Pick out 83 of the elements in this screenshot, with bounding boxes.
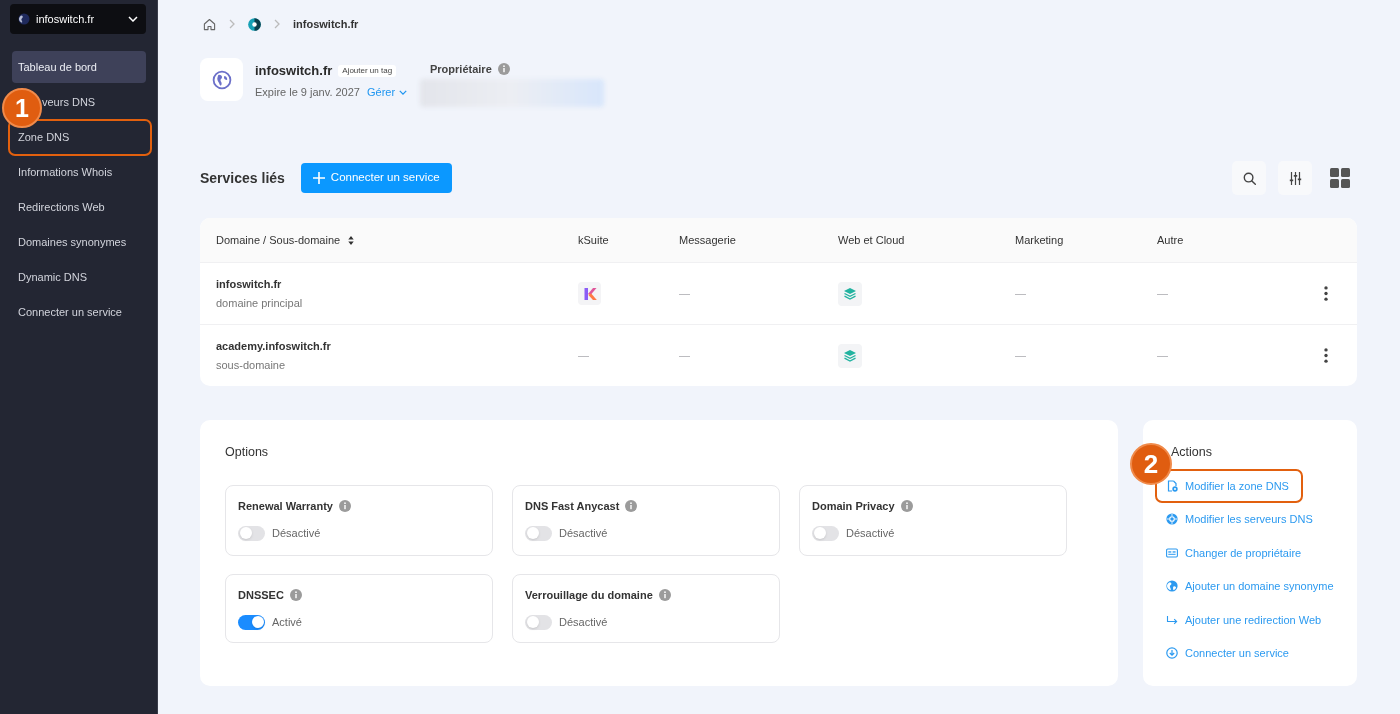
search-icon bbox=[1242, 171, 1256, 185]
domain-name: infoswitch.fr bbox=[216, 277, 282, 292]
domain-type: domaine principal bbox=[216, 295, 303, 311]
toggle-switch[interactable] bbox=[238, 525, 265, 541]
domain-type: sous-domaine bbox=[216, 357, 286, 373]
hub-icon bbox=[1166, 513, 1178, 526]
section-title: Services liés bbox=[200, 168, 285, 188]
chevron-down-icon bbox=[399, 89, 408, 95]
more-icon[interactable] bbox=[1324, 286, 1328, 301]
option-title: Domain Privacy bbox=[812, 498, 895, 514]
toggle-switch[interactable] bbox=[812, 525, 839, 541]
table-cell-text: — bbox=[1157, 286, 1168, 302]
info-icon bbox=[338, 500, 351, 512]
sidebar-item[interactable]: Informations Whois bbox=[12, 165, 119, 179]
info-icon bbox=[658, 589, 671, 601]
table-cell-text: — bbox=[1015, 286, 1026, 302]
filter-button[interactable] bbox=[1278, 161, 1312, 195]
toggle-status: Désactivé bbox=[846, 525, 895, 541]
step-badge: 1 bbox=[2, 88, 42, 128]
sidebar-item[interactable]: Domaines synonymes bbox=[12, 235, 133, 249]
info-icon bbox=[900, 500, 913, 512]
option-title: Verrouillage du domaine bbox=[525, 587, 653, 603]
chevron-right-icon bbox=[229, 19, 235, 29]
column-header: Marketing bbox=[1015, 232, 1065, 248]
sidebar-item[interactable]: Redirections Web bbox=[12, 200, 111, 214]
breadcrumb-item: infoswitch.fr bbox=[293, 16, 359, 32]
sidebar-item[interactable]: Dynamic DNS bbox=[12, 270, 94, 284]
search-button[interactable] bbox=[1232, 161, 1266, 195]
info-icon bbox=[289, 589, 302, 601]
info-icon bbox=[625, 500, 638, 512]
circle-arrow-icon bbox=[1166, 647, 1178, 660]
turn-arrow-icon bbox=[1166, 613, 1178, 626]
grid-view-icon[interactable] bbox=[1330, 168, 1350, 188]
column-header: kSuite bbox=[578, 232, 610, 248]
file-gear-icon bbox=[1166, 479, 1178, 492]
toggle-status: Désactivé bbox=[272, 525, 321, 541]
sidebar-item[interactable]: Connecter un service bbox=[12, 305, 128, 319]
table-cell-text: — bbox=[1015, 348, 1026, 364]
section-title: Actions bbox=[1171, 445, 1212, 460]
owner-label: Propriétaire bbox=[430, 61, 492, 77]
toggle-switch[interactable] bbox=[525, 525, 552, 541]
step-badge: 2 bbox=[1130, 443, 1172, 485]
toggle-switch[interactable] bbox=[238, 614, 265, 630]
layers-icon[interactable] bbox=[838, 343, 862, 368]
globe-icon bbox=[18, 13, 30, 25]
toggle-status: Activé bbox=[272, 614, 302, 630]
column-header[interactable]: Domaine / Sous-domaine bbox=[216, 231, 341, 249]
expiry-date: Expire le 9 janv. 2027 bbox=[255, 84, 360, 100]
option-title: Renewal Warranty bbox=[238, 498, 333, 514]
option-title: DNSSEC bbox=[238, 587, 284, 603]
chevron-right-icon bbox=[274, 19, 280, 29]
table-cell-text: — bbox=[578, 348, 589, 364]
sidebar-item[interactable]: veurs DNS bbox=[42, 95, 96, 109]
domain-selector[interactable]: infoswitch.fr bbox=[10, 4, 146, 34]
tag-button[interactable]: Ajouter un tag bbox=[338, 65, 397, 77]
sort-icon[interactable] bbox=[348, 235, 355, 245]
domain-name: infoswitch.fr bbox=[255, 62, 333, 81]
domain-name: academy.infoswitch.fr bbox=[216, 339, 331, 354]
sidebar-item[interactable]: Tableau de bord bbox=[12, 51, 146, 83]
toggle-status: Désactivé bbox=[559, 614, 608, 630]
sliders-icon bbox=[1288, 171, 1302, 185]
column-header: Web et Cloud bbox=[838, 232, 906, 248]
circle-logo-icon[interactable] bbox=[248, 17, 261, 31]
app-logo-icon[interactable] bbox=[578, 282, 601, 305]
option-title: DNS Fast Anycast bbox=[525, 498, 620, 514]
table-cell-text: — bbox=[679, 286, 690, 302]
table-cell-text: — bbox=[1157, 348, 1168, 364]
home-icon[interactable] bbox=[203, 17, 216, 31]
column-header: Autre bbox=[1157, 232, 1185, 248]
globe-icon bbox=[200, 58, 243, 101]
plus-icon bbox=[312, 172, 325, 184]
id-card-icon bbox=[1166, 546, 1178, 559]
section-title: Options bbox=[225, 445, 269, 460]
column-header: Messagerie bbox=[679, 232, 737, 248]
toggle-switch[interactable] bbox=[525, 614, 552, 630]
more-icon[interactable] bbox=[1324, 348, 1328, 363]
layers-icon[interactable] bbox=[838, 281, 862, 306]
info-icon bbox=[497, 63, 510, 75]
globe-icon bbox=[1166, 580, 1178, 593]
sidebar-item[interactable]: Zone DNS bbox=[12, 130, 76, 144]
table-cell-text: — bbox=[679, 348, 690, 364]
toggle-status: Désactivé bbox=[559, 525, 608, 541]
chevron-down-icon bbox=[128, 16, 138, 22]
